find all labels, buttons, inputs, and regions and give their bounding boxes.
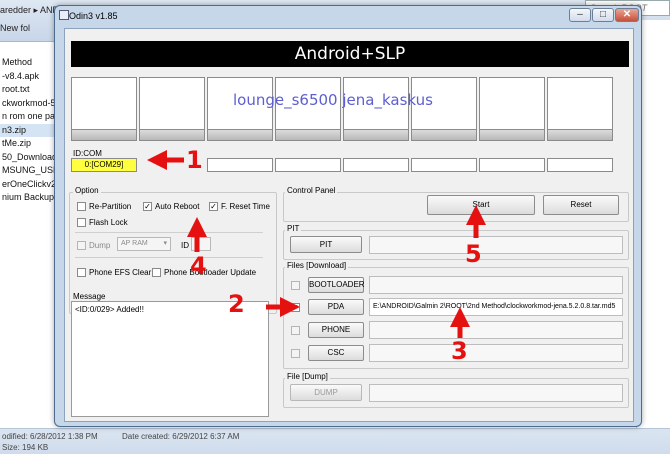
csc-button[interactable]: CSC [308, 345, 364, 361]
app-icon [59, 10, 69, 20]
odin-window: Odin3 v1.85 – □ ✕ Android+SLP lounge_s65… [54, 5, 642, 427]
progress-bar-2 [139, 129, 205, 141]
file-dump-title: File [Dump] [285, 372, 330, 381]
dump-button[interactable]: DUMP [290, 384, 362, 401]
status-created: Date created: 6/29/2012 6:37 AM [122, 432, 240, 441]
com-port-6 [411, 158, 477, 172]
auto-reboot-checkbox[interactable]: ✓ [143, 202, 152, 211]
progress-bar-1 [71, 129, 137, 141]
f-reset-time-checkbox[interactable]: ✓ [209, 202, 218, 211]
bootloader-checkbox[interactable] [291, 281, 300, 290]
com-port-1: 0:[COM29] [71, 158, 137, 172]
option-divider [75, 232, 263, 233]
bootloader-button[interactable]: BOOTLOADER [308, 277, 365, 293]
com-port-7 [479, 158, 545, 172]
close-button[interactable]: ✕ [615, 8, 639, 22]
pit-group-title: PIT [285, 224, 302, 233]
annotation-number-5: 5 [465, 240, 482, 268]
phone-bootloader-update-label: Phone Bootloader Update [164, 268, 257, 277]
progress-bar-5 [343, 129, 409, 141]
com-port-4 [275, 158, 341, 172]
annotation-number-3: 3 [451, 337, 468, 365]
option-divider-2 [75, 257, 263, 258]
dump-label: Dump [89, 241, 111, 250]
pda-path-field[interactable]: E:\ANDROID\Galmin 2\ROOT\2nd Method\cloc… [369, 298, 623, 316]
pit-path-field[interactable] [369, 236, 623, 254]
phone-path-field[interactable] [369, 321, 623, 339]
phone-button[interactable]: PHONE [308, 322, 364, 338]
maximize-button[interactable]: □ [592, 8, 614, 22]
banner: Android+SLP [71, 41, 629, 67]
annotation-number-1: 1 [186, 146, 203, 174]
message-text: <ID:0/029> Added!! [75, 305, 144, 314]
watermark-text: lounge_s6500 jena_kaskus [233, 91, 433, 109]
re-partition-checkbox[interactable] [77, 202, 86, 211]
pit-button[interactable]: PIT [290, 236, 362, 253]
reset-button[interactable]: Reset [543, 195, 619, 215]
flash-lock-label: Flash Lock [89, 218, 128, 227]
com-port-5 [343, 158, 409, 172]
phone-checkbox[interactable] [291, 326, 300, 335]
phone-bootloader-update-checkbox[interactable] [152, 268, 161, 277]
message-group-title: Message [71, 292, 108, 301]
progress-bar-7 [479, 129, 545, 141]
dump-checkbox[interactable] [77, 241, 86, 250]
annotation-number-4: 4 [190, 252, 207, 280]
re-partition-label: Re-Partition [89, 202, 132, 211]
flash-lock-checkbox[interactable] [77, 218, 86, 227]
progress-bar-8 [547, 129, 613, 141]
id-label: ID [181, 241, 189, 250]
files-download-title: Files [Download] [285, 261, 349, 270]
bootloader-path-field[interactable] [369, 276, 623, 294]
f-reset-time-label: F. Reset Time [221, 202, 270, 211]
progress-bar-6 [411, 129, 477, 141]
id-input[interactable] [191, 237, 211, 251]
com-port-3 [207, 158, 273, 172]
window-title: Odin3 v1.85 [69, 11, 118, 21]
csc-checkbox[interactable] [291, 349, 300, 358]
status-modified: odified: 6/28/2012 1:38 PM [2, 432, 98, 441]
minimize-button[interactable]: – [569, 8, 591, 22]
auto-reboot-label: Auto Reboot [155, 202, 200, 211]
annotation-number-2: 2 [228, 290, 245, 318]
control-panel-title: Control Panel [285, 186, 338, 195]
phone-efs-clear-checkbox[interactable] [77, 268, 86, 277]
dump-select[interactable]: AP RAM ▾ [117, 237, 171, 251]
progress-bar-3 [207, 129, 273, 141]
start-button[interactable]: Start [427, 195, 535, 215]
pda-checkbox[interactable]: ✓ [291, 303, 300, 312]
explorer-new-folder-button[interactable]: New fol [0, 20, 30, 36]
csc-path-field[interactable] [369, 344, 623, 362]
progress-bar-4 [275, 129, 341, 141]
dump-path-field[interactable] [369, 384, 623, 402]
chevron-down-icon: ▾ [163, 240, 167, 247]
com-port-8 [547, 158, 613, 172]
message-box[interactable]: <ID:0/029> Added!! [71, 301, 269, 417]
explorer-status-bar: odified: 6/28/2012 1:38 PM Date created:… [0, 428, 670, 454]
status-size: Size: 194 KB [2, 443, 49, 452]
phone-efs-clear-label: Phone EFS Clear [89, 268, 152, 277]
odin-client-area: Android+SLP lounge_s6500 jena_kaskus ID:… [64, 28, 634, 422]
option-group-title: Option [73, 186, 101, 195]
idcom-label: ID:COM [73, 149, 102, 158]
dump-select-value: AP RAM [121, 240, 148, 247]
pda-button[interactable]: PDA [308, 299, 364, 315]
